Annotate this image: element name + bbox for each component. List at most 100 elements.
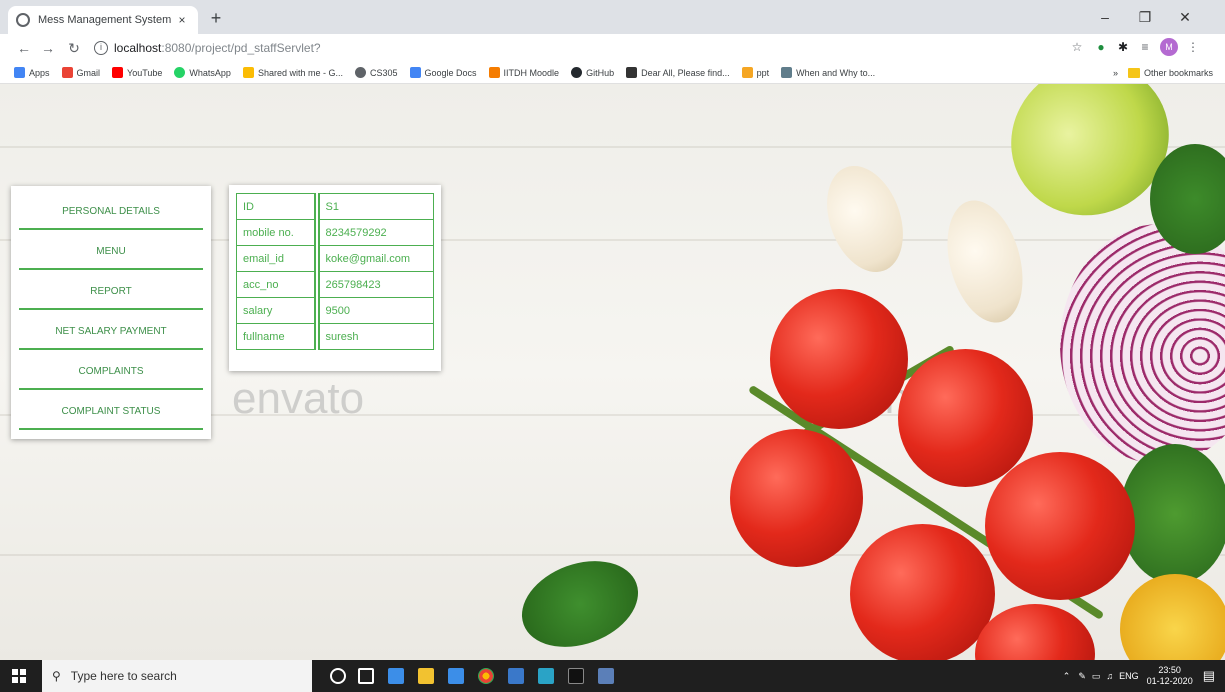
taskbar-search-box[interactable]: ⚲ Type here to search bbox=[42, 660, 312, 692]
sidebar-nav: PERSONAL DETAILS MENU REPORT NET SALARY … bbox=[11, 186, 211, 439]
google-docs-icon bbox=[409, 67, 421, 78]
taskbar-clock[interactable]: 23:50 01-12-2020 bbox=[1147, 665, 1193, 687]
field-label: ID bbox=[236, 193, 320, 220]
basil-leaf-image bbox=[509, 545, 651, 660]
gmail-icon bbox=[61, 67, 73, 78]
bookmark-star-icon[interactable]: ☆ bbox=[1068, 38, 1086, 56]
red-onion-image bbox=[1060, 224, 1225, 464]
tomato-image bbox=[975, 604, 1095, 660]
bookmark-when-why[interactable]: When and Why to... bbox=[781, 67, 875, 78]
notification-icon[interactable]: ▤ bbox=[1203, 668, 1215, 684]
url-host: localhost bbox=[114, 41, 162, 55]
bookmark-youtube[interactable]: YouTube bbox=[112, 67, 162, 78]
tomato-image bbox=[898, 349, 1033, 487]
bookmarks-bar: Apps Gmail YouTube WhatsApp Shared with … bbox=[0, 62, 1225, 84]
table-row: email_id koke@gmail.com bbox=[236, 245, 434, 272]
url-path: :8080/project/pd_staffServlet? bbox=[161, 41, 321, 55]
field-value: suresh bbox=[316, 323, 434, 350]
bookmarks-right: » Other bookmarks bbox=[1113, 62, 1213, 84]
youtube-icon bbox=[112, 67, 124, 78]
bookmark-cs305[interactable]: CS305 bbox=[354, 67, 398, 78]
windows-start-icon[interactable] bbox=[12, 669, 26, 683]
profile-avatar-icon[interactable]: M bbox=[1160, 38, 1178, 56]
table-row: salary 9500 bbox=[236, 297, 434, 324]
minimize-button[interactable]: – bbox=[1085, 6, 1125, 28]
bookmark-drive[interactable]: Shared with me - G... bbox=[242, 67, 343, 78]
bookmark-ppt[interactable]: ppt bbox=[741, 67, 769, 78]
sidebar-item-personal-details[interactable]: PERSONAL DETAILS bbox=[19, 190, 203, 230]
app-icon[interactable] bbox=[538, 668, 554, 684]
field-value: S1 bbox=[316, 193, 434, 220]
bookmark-moodle[interactable]: IITDH Moodle bbox=[488, 67, 559, 78]
back-arrow-icon[interactable]: ← bbox=[14, 38, 34, 58]
bookmarks-more-chevron-icon[interactable]: » bbox=[1113, 68, 1118, 78]
bookmark-github[interactable]: GitHub bbox=[571, 67, 614, 78]
tomato-image bbox=[770, 289, 908, 429]
sidebar-item-complaint-status[interactable]: COMPLAINT STATUS bbox=[19, 390, 203, 430]
grammarly-icon[interactable]: ● bbox=[1092, 38, 1110, 56]
browser-tab-strip: Mess Management System × + – ❐ ✕ bbox=[0, 0, 1225, 34]
bookmark-apps[interactable]: Apps bbox=[14, 67, 50, 78]
sidebar-item-net-salary-payment[interactable]: NET SALARY PAYMENT bbox=[19, 310, 203, 350]
search-placeholder: Type here to search bbox=[70, 669, 177, 683]
personal-details-card: ID S1 mobile no. 8234579292 email_id kok… bbox=[229, 185, 441, 371]
system-tray: ⌃ ✎ ▭ ♫ ENG 23:50 01-12-2020 ▤ bbox=[1063, 660, 1225, 692]
whatsapp-icon bbox=[174, 67, 186, 78]
edge-icon[interactable] bbox=[448, 668, 464, 684]
browser-toolbar: ← → ↻ i localhost :8080/project/pd_staff… bbox=[0, 34, 1225, 62]
info-icon[interactable]: i bbox=[94, 41, 108, 55]
app-icon[interactable] bbox=[598, 668, 614, 684]
menu-dots-icon[interactable]: ⋮ bbox=[1184, 38, 1202, 56]
reload-icon[interactable]: ↻ bbox=[64, 38, 84, 58]
tomato-image bbox=[985, 452, 1135, 600]
table-row: ID S1 bbox=[236, 193, 434, 220]
field-label: mobile no. bbox=[236, 219, 320, 246]
sidebar-item-report[interactable]: REPORT bbox=[19, 270, 203, 310]
chrome-icon[interactable] bbox=[478, 668, 494, 684]
table-row: fullname suresh bbox=[236, 323, 434, 350]
extensions-puzzle-icon[interactable]: ✱ bbox=[1114, 38, 1132, 56]
tray-chevron-up-icon[interactable]: ⌃ bbox=[1063, 671, 1071, 682]
sidebar-item-menu[interactable]: MENU bbox=[19, 230, 203, 270]
table-row: acc_no 265798423 bbox=[236, 271, 434, 298]
battery-icon[interactable]: ▭ bbox=[1092, 671, 1101, 682]
garlic-image bbox=[813, 155, 917, 283]
search-icon: ⚲ bbox=[52, 669, 61, 683]
field-value: 8234579292 bbox=[316, 219, 434, 246]
language-indicator[interactable]: ENG bbox=[1119, 671, 1139, 681]
task-view-icon[interactable] bbox=[358, 668, 374, 684]
volume-icon[interactable]: ♫ bbox=[1106, 671, 1113, 681]
bookmark-whatsapp[interactable]: WhatsApp bbox=[174, 67, 231, 78]
field-label: fullname bbox=[236, 323, 320, 350]
tab-title: Mess Management System bbox=[38, 14, 172, 26]
app-icon[interactable] bbox=[508, 668, 524, 684]
clock-time: 23:50 bbox=[1158, 665, 1181, 675]
field-label: email_id bbox=[236, 245, 320, 272]
field-value: koke@gmail.com bbox=[316, 245, 434, 272]
tomato-image bbox=[730, 429, 863, 567]
browser-tab[interactable]: Mess Management System × bbox=[8, 6, 198, 34]
garlic-image bbox=[935, 192, 1035, 331]
file-explorer-icon[interactable] bbox=[418, 668, 434, 684]
globe-icon bbox=[16, 13, 30, 27]
forward-arrow-icon[interactable]: → bbox=[38, 38, 58, 58]
address-bar[interactable]: i localhost :8080/project/pd_staffServle… bbox=[94, 38, 1054, 58]
edge-icon[interactable] bbox=[388, 668, 404, 684]
other-bookmarks-link[interactable]: Other bookmarks bbox=[1144, 68, 1213, 78]
cortana-icon[interactable] bbox=[330, 668, 346, 684]
close-window-button[interactable]: ✕ bbox=[1165, 6, 1205, 28]
pen-icon[interactable]: ✎ bbox=[1078, 671, 1086, 682]
document-icon bbox=[626, 67, 638, 78]
bookmark-google-docs[interactable]: Google Docs bbox=[409, 67, 477, 78]
terminal-icon[interactable] bbox=[568, 668, 584, 684]
new-tab-button[interactable]: + bbox=[205, 8, 227, 30]
reading-list-icon[interactable]: ≡ bbox=[1136, 38, 1154, 56]
bookmark-dear-all[interactable]: Dear All, Please find... bbox=[626, 67, 730, 78]
personal-details-table: ID S1 mobile no. 8234579292 email_id kok… bbox=[236, 193, 434, 350]
slides-icon bbox=[741, 67, 753, 78]
google-drive-icon bbox=[242, 67, 254, 78]
sidebar-item-complaints[interactable]: COMPLAINTS bbox=[19, 350, 203, 390]
tab-close-button[interactable]: × bbox=[174, 13, 190, 27]
maximize-button[interactable]: ❐ bbox=[1125, 6, 1165, 28]
bookmark-gmail[interactable]: Gmail bbox=[61, 67, 100, 78]
